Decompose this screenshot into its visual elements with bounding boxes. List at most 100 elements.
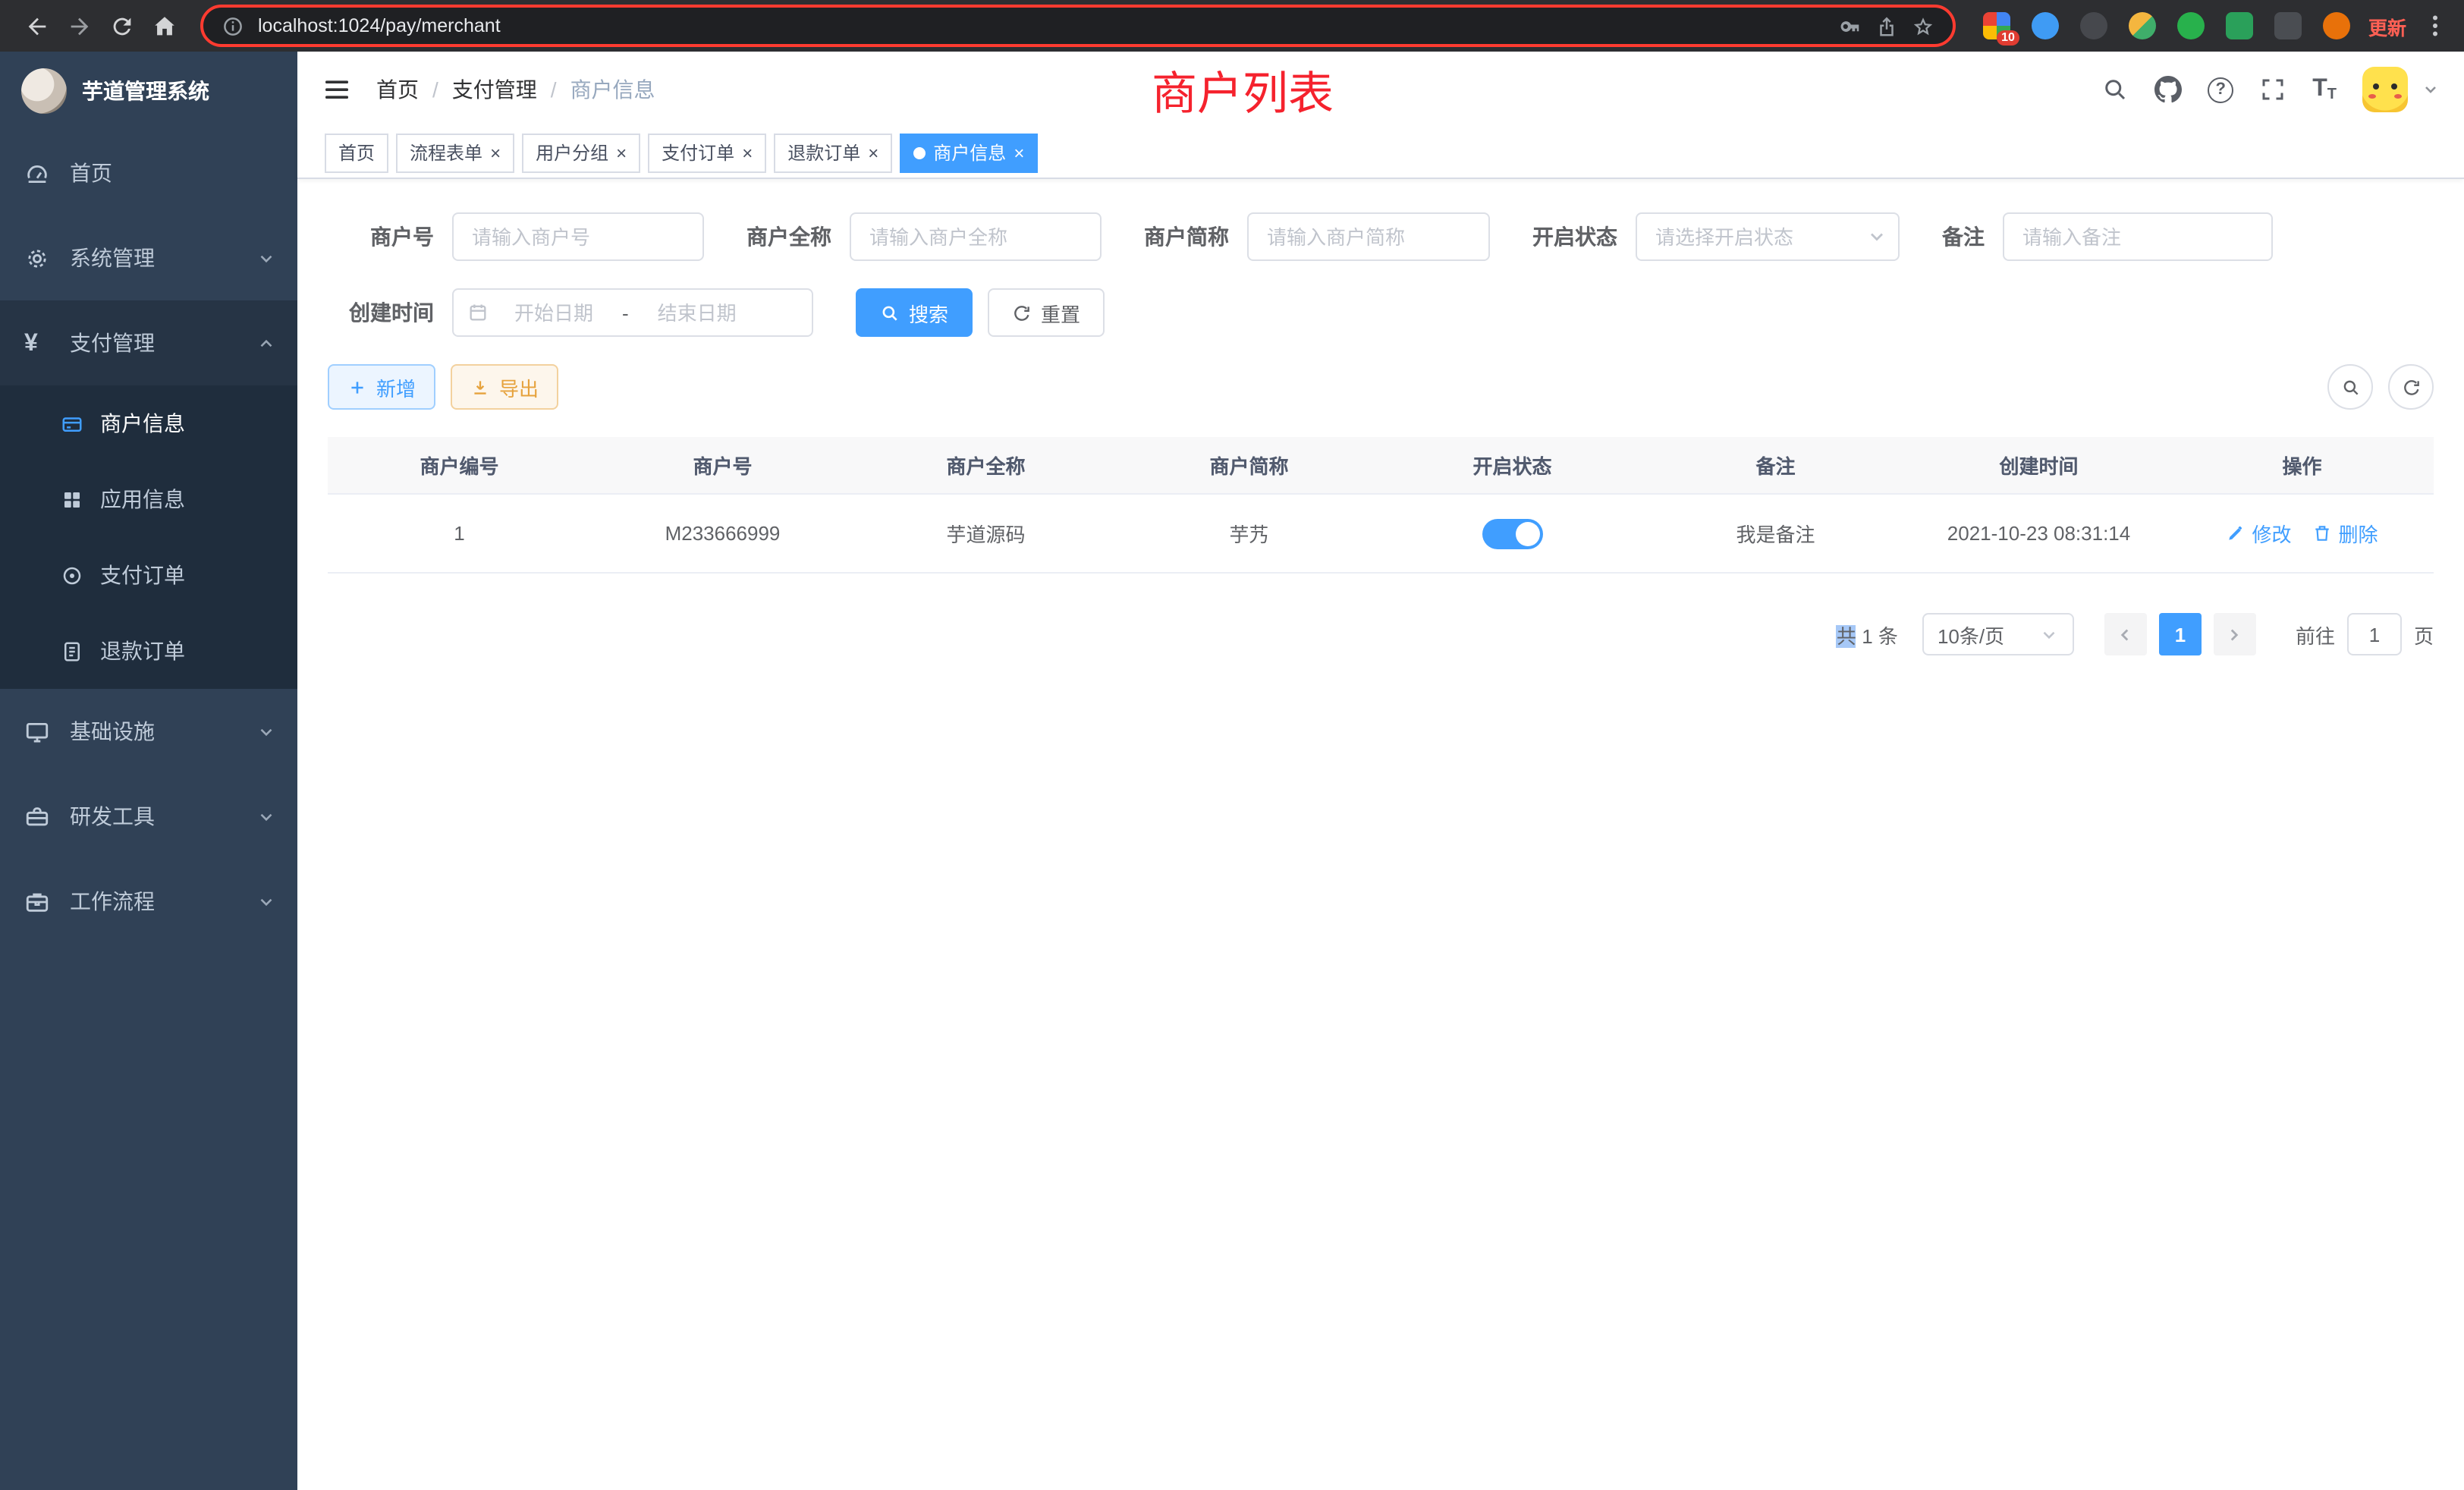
reset-button[interactable]: 重置 — [988, 288, 1105, 337]
tab-process-form[interactable]: 流程表单 — [396, 133, 514, 172]
browser-menu-kebab-icon[interactable] — [2422, 12, 2449, 39]
chevron-down-icon[interactable] — [2422, 80, 2440, 99]
close-icon[interactable] — [742, 143, 753, 162]
url-text: localhost:1024/pay/merchant — [258, 15, 1825, 36]
hamburger-icon[interactable] — [322, 74, 352, 105]
breadcrumb-home[interactable]: 首页 — [376, 74, 419, 105]
tab-home[interactable]: 首页 — [325, 133, 388, 172]
export-button[interactable]: 导出 — [451, 364, 558, 410]
refresh-icon — [2401, 377, 2421, 397]
table-toolbar: 新增 导出 — [328, 364, 2434, 410]
key-icon[interactable] — [1839, 14, 1862, 37]
profile-avatar-icon[interactable] — [2323, 12, 2350, 39]
filter-row-1: 商户号 商户全称 商户简称 开启状态 — [328, 212, 2434, 261]
close-icon[interactable] — [868, 143, 878, 162]
total-count: 1 — [1862, 624, 1872, 647]
close-icon[interactable] — [1014, 143, 1024, 162]
github-icon[interactable] — [2154, 76, 2182, 103]
sidebar-item-system[interactable]: 系统管理 — [0, 215, 297, 300]
search-button[interactable]: 搜索 — [856, 288, 973, 337]
status-select[interactable] — [1636, 212, 1900, 261]
date-range-picker[interactable]: - — [452, 288, 813, 337]
filter-full-name: 商户全称 — [746, 212, 1102, 261]
goto-label: 前往 — [2296, 620, 2335, 649]
column-header: 商户简称 — [1117, 451, 1381, 479]
table-header: 商户编号 商户号 商户全称 商户简称 开启状态 备注 创建时间 操作 — [328, 437, 2434, 495]
sidebar-item-dev-tools[interactable]: 研发工具 — [0, 774, 297, 859]
extension-icon-1[interactable]: 10 — [1983, 12, 2010, 39]
add-button[interactable]: 新增 — [328, 364, 435, 410]
merchant-no-input[interactable] — [452, 212, 704, 261]
prev-page-button[interactable] — [2104, 613, 2147, 655]
chevron-right-icon — [2225, 624, 2245, 644]
page-size-select[interactable]: 10条/页 — [1922, 613, 2074, 655]
tab-label: 首页 — [338, 140, 375, 165]
breadcrumb-separator: / — [551, 77, 557, 102]
remark-input[interactable] — [2003, 212, 2273, 261]
goto-page-input[interactable] — [2347, 613, 2402, 655]
reload-button[interactable] — [100, 5, 143, 47]
extension-icon-7[interactable] — [2274, 12, 2302, 39]
sidebar-item-payment[interactable]: 支付管理 — [0, 300, 297, 385]
tab-pay-order[interactable]: 支付订单 — [648, 133, 766, 172]
font-size-icon[interactable] — [2312, 76, 2337, 103]
sidebar-item-home[interactable]: 首页 — [0, 130, 297, 215]
sidebar-item-pay-order[interactable]: 支付订单 — [0, 537, 297, 613]
sidebar-item-workflow[interactable]: 工作流程 — [0, 859, 297, 944]
extension-icon-6[interactable] — [2226, 12, 2253, 39]
column-header: 创建时间 — [1907, 451, 2170, 479]
bookmark-star-icon[interactable] — [1912, 14, 1934, 37]
share-icon[interactable] — [1875, 14, 1898, 37]
home-button[interactable] — [143, 5, 185, 47]
info-icon[interactable] — [222, 14, 244, 37]
end-date-input[interactable] — [632, 301, 762, 324]
close-icon[interactable] — [490, 143, 501, 162]
sidebar-item-app-info[interactable]: 应用信息 — [0, 461, 297, 537]
column-header: 商户编号 — [328, 451, 591, 479]
app-logo[interactable]: 芋道管理系统 — [0, 52, 297, 130]
browser-window: localhost:1024/pay/merchant 10 更新 芋道管理系统 — [0, 0, 2464, 1490]
filter-row-2: 创建时间 - 搜索 重置 — [328, 288, 2434, 337]
chevron-down-icon — [2039, 624, 2059, 644]
extension-icon-4[interactable] — [2129, 12, 2156, 39]
tab-user-group[interactable]: 用户分组 — [522, 133, 640, 172]
fullscreen-icon[interactable] — [2259, 76, 2286, 103]
browser-update-button[interactable]: 更新 — [2368, 11, 2406, 40]
sidebar-item-merchant-info[interactable]: 商户信息 — [0, 385, 297, 461]
page-number-button[interactable]: 1 — [2159, 613, 2202, 655]
filter-remark: 备注 — [1942, 212, 2273, 261]
help-icon[interactable] — [2208, 77, 2233, 102]
close-icon[interactable] — [616, 143, 627, 162]
back-button[interactable] — [15, 5, 58, 47]
dashboard-icon — [24, 160, 50, 186]
search-icon[interactable] — [2101, 76, 2129, 103]
filter-label: 商户简称 — [1144, 222, 1247, 252]
breadcrumb-payment[interactable]: 支付管理 — [452, 74, 537, 105]
start-date-input[interactable] — [489, 301, 619, 324]
short-name-input[interactable] — [1247, 212, 1490, 261]
document-icon — [61, 640, 83, 662]
extension-icon-5[interactable] — [2177, 12, 2205, 39]
tab-refund-order[interactable]: 退款订单 — [774, 133, 892, 172]
cell-short-name: 芋艿 — [1117, 519, 1381, 548]
sidebar-item-refund-order[interactable]: 退款订单 — [0, 613, 297, 689]
tab-merchant-info[interactable]: 商户信息 — [900, 133, 1038, 172]
breadcrumb: 首页 / 支付管理 / 商户信息 — [376, 74, 655, 105]
edit-link[interactable]: 修改 — [2226, 519, 2291, 548]
delete-link[interactable]: 删除 — [2313, 519, 2378, 548]
toggle-search-button[interactable] — [2327, 364, 2373, 410]
forward-button[interactable] — [58, 5, 100, 47]
url-bar[interactable]: localhost:1024/pay/merchant — [200, 5, 1956, 47]
status-toggle[interactable] — [1482, 518, 1543, 549]
user-avatar[interactable] — [2362, 67, 2408, 112]
filter-label: 创建时间 — [328, 297, 452, 328]
next-page-button[interactable] — [2214, 613, 2256, 655]
sidebar: 芋道管理系统 首页 系统管理 支付管理 — [0, 52, 297, 1490]
sidebar-item-infrastructure[interactable]: 基础设施 — [0, 689, 297, 774]
cell-actions: 修改 删除 — [2170, 519, 2434, 548]
extension-icon-3[interactable] — [2080, 12, 2107, 39]
extension-icon-2[interactable] — [2032, 12, 2059, 39]
full-name-input[interactable] — [850, 212, 1102, 261]
refresh-table-button[interactable] — [2388, 364, 2434, 410]
pagination-goto: 前往 页 — [2296, 613, 2434, 655]
